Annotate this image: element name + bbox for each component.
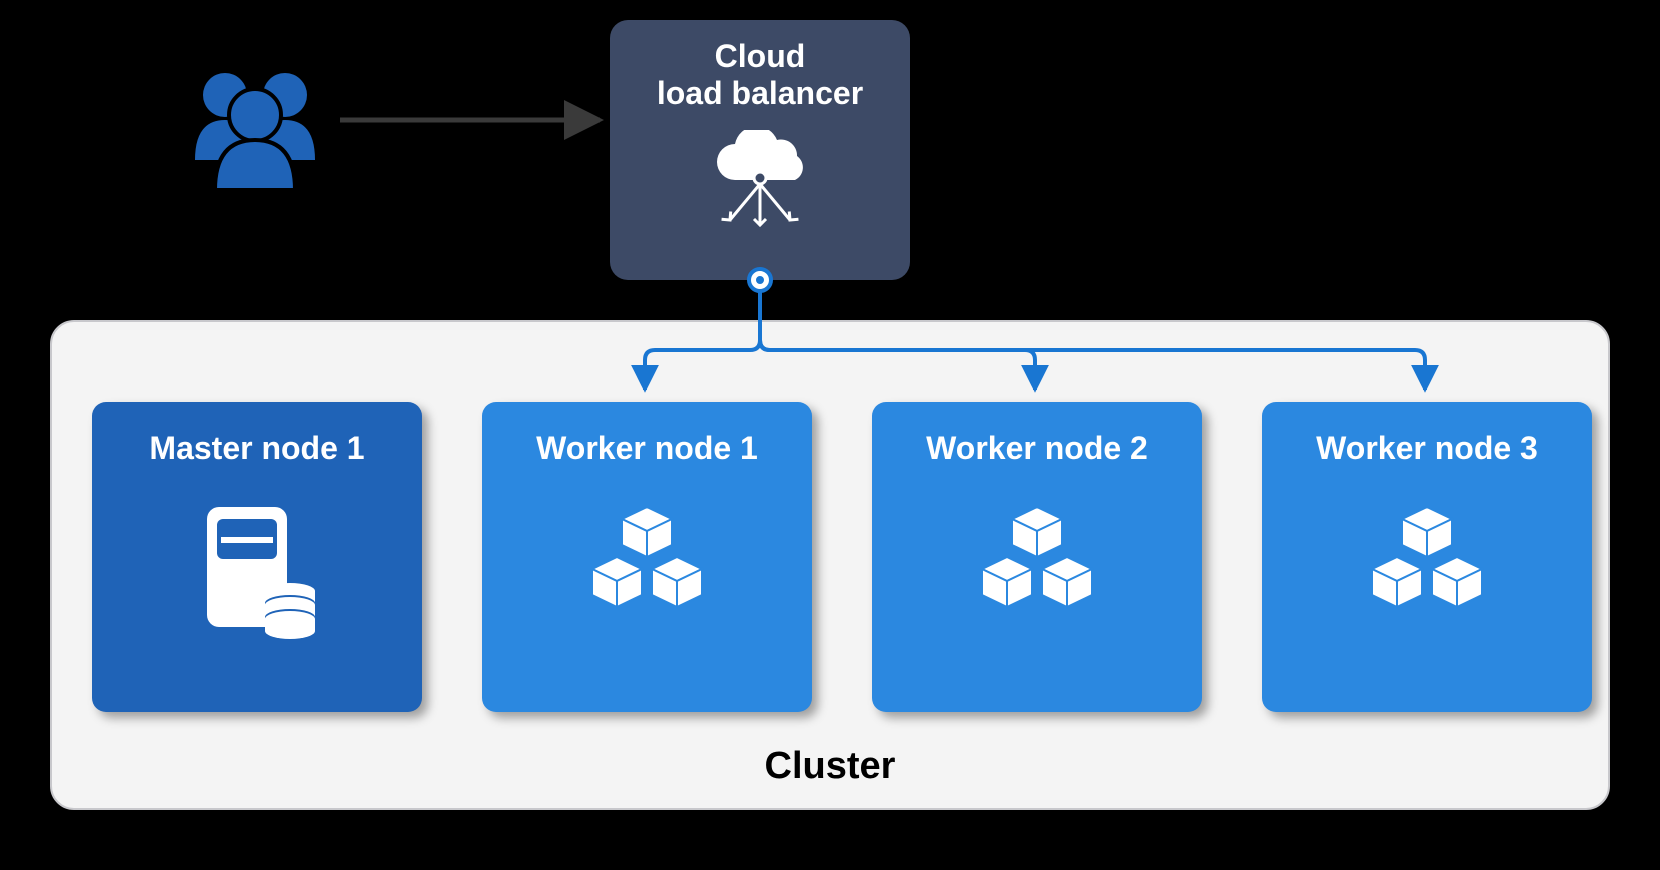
- load-balancer-title: Cloud load balancer: [610, 38, 910, 112]
- master-node-title: Master node 1: [92, 430, 422, 467]
- diagram-stage: Cloud load balancer Master nod: [50, 40, 1610, 830]
- worker-node-3: Worker node 3: [1262, 402, 1592, 712]
- worker-node-2-title: Worker node 2: [872, 430, 1202, 467]
- worker-node-2: Worker node 2: [872, 402, 1202, 712]
- worker-node-1: Worker node 1: [482, 402, 812, 712]
- users-icon: [180, 60, 330, 205]
- cluster-container: Master node 1: [50, 320, 1610, 810]
- master-node-1: Master node 1: [92, 402, 422, 712]
- cubes-icon: [1262, 497, 1592, 642]
- cubes-icon: [872, 497, 1202, 642]
- cloud-load-balancer-icon: [610, 130, 910, 255]
- worker-node-3-title: Worker node 3: [1262, 430, 1592, 467]
- worker-node-1-title: Worker node 1: [482, 430, 812, 467]
- load-balancer-box: Cloud load balancer: [610, 20, 910, 280]
- cubes-icon: [482, 497, 812, 642]
- cluster-label: Cluster: [52, 745, 1608, 788]
- server-db-icon: [92, 497, 422, 652]
